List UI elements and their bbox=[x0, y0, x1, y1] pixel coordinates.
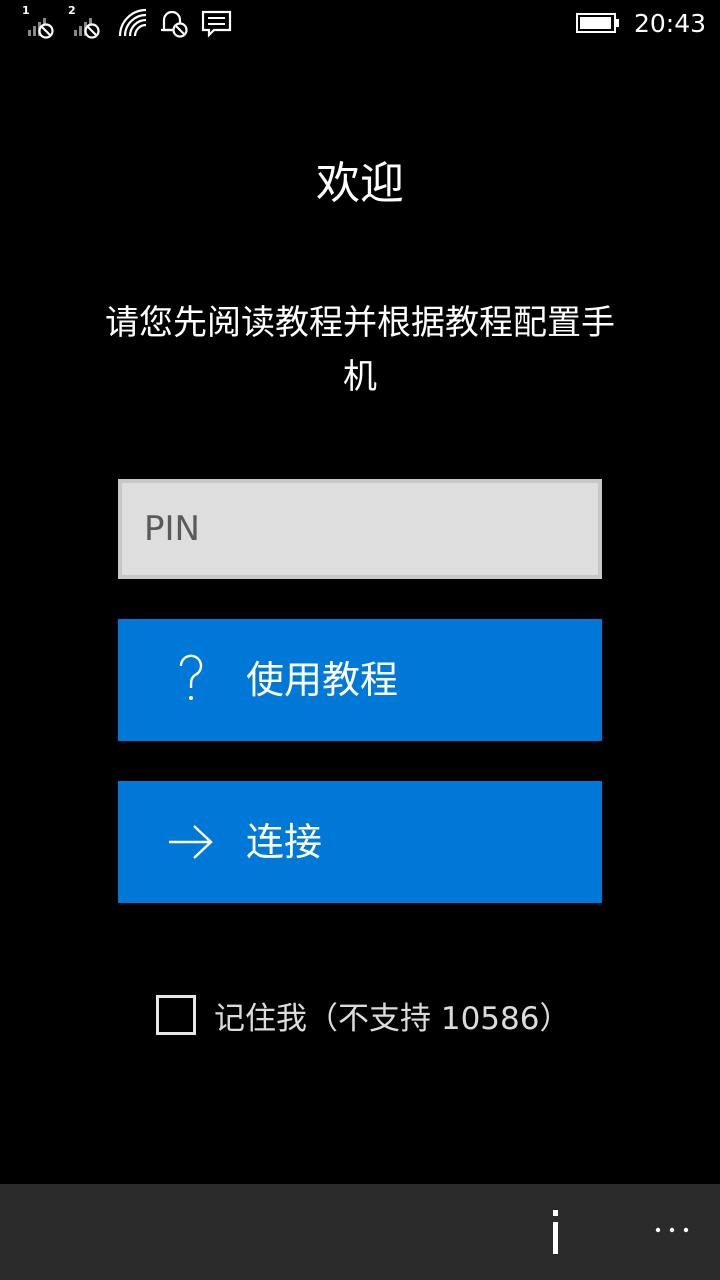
tutorial-button-label: 使用教程 bbox=[246, 658, 399, 702]
question-mark-icon bbox=[164, 650, 218, 710]
connect-button-label: 连接 bbox=[246, 820, 323, 864]
app-bar bbox=[0, 1184, 720, 1280]
connect-button[interactable]: 连接 bbox=[118, 781, 602, 903]
message-icon bbox=[200, 6, 240, 42]
battery-icon bbox=[576, 12, 620, 34]
pin-input[interactable] bbox=[122, 483, 598, 575]
more-dots-icon bbox=[655, 1227, 689, 1233]
pin-field-box bbox=[118, 479, 602, 579]
remember-me-label: 记住我（不支持 10586） bbox=[214, 1000, 571, 1037]
info-icon bbox=[553, 1210, 558, 1254]
remember-me-row[interactable]: 记住我（不支持 10586） bbox=[156, 992, 570, 1038]
signal-sim1-icon bbox=[26, 6, 66, 42]
info-button[interactable] bbox=[530, 1194, 582, 1270]
status-bar: 1 2 20:43 bbox=[0, 0, 720, 48]
remember-me-checkbox[interactable] bbox=[156, 995, 196, 1035]
clock: 20:43 bbox=[634, 9, 707, 38]
tutorial-button[interactable]: 使用教程 bbox=[118, 619, 602, 741]
wifi-icon bbox=[116, 6, 156, 42]
screen: 1 2 20:43 欢迎 请您先阅读教程并根据教程配置手机 PIN 使用教程 连… bbox=[0, 0, 720, 1280]
instructions-text: 请您先阅读教程并根据教程配置手机 bbox=[105, 303, 615, 397]
welcome-title: 欢迎 bbox=[316, 158, 404, 209]
more-options-button[interactable] bbox=[640, 1204, 704, 1256]
arrow-right-icon bbox=[164, 812, 218, 872]
signal-sim2-icon bbox=[72, 6, 112, 42]
quiet-hours-icon bbox=[158, 6, 198, 42]
